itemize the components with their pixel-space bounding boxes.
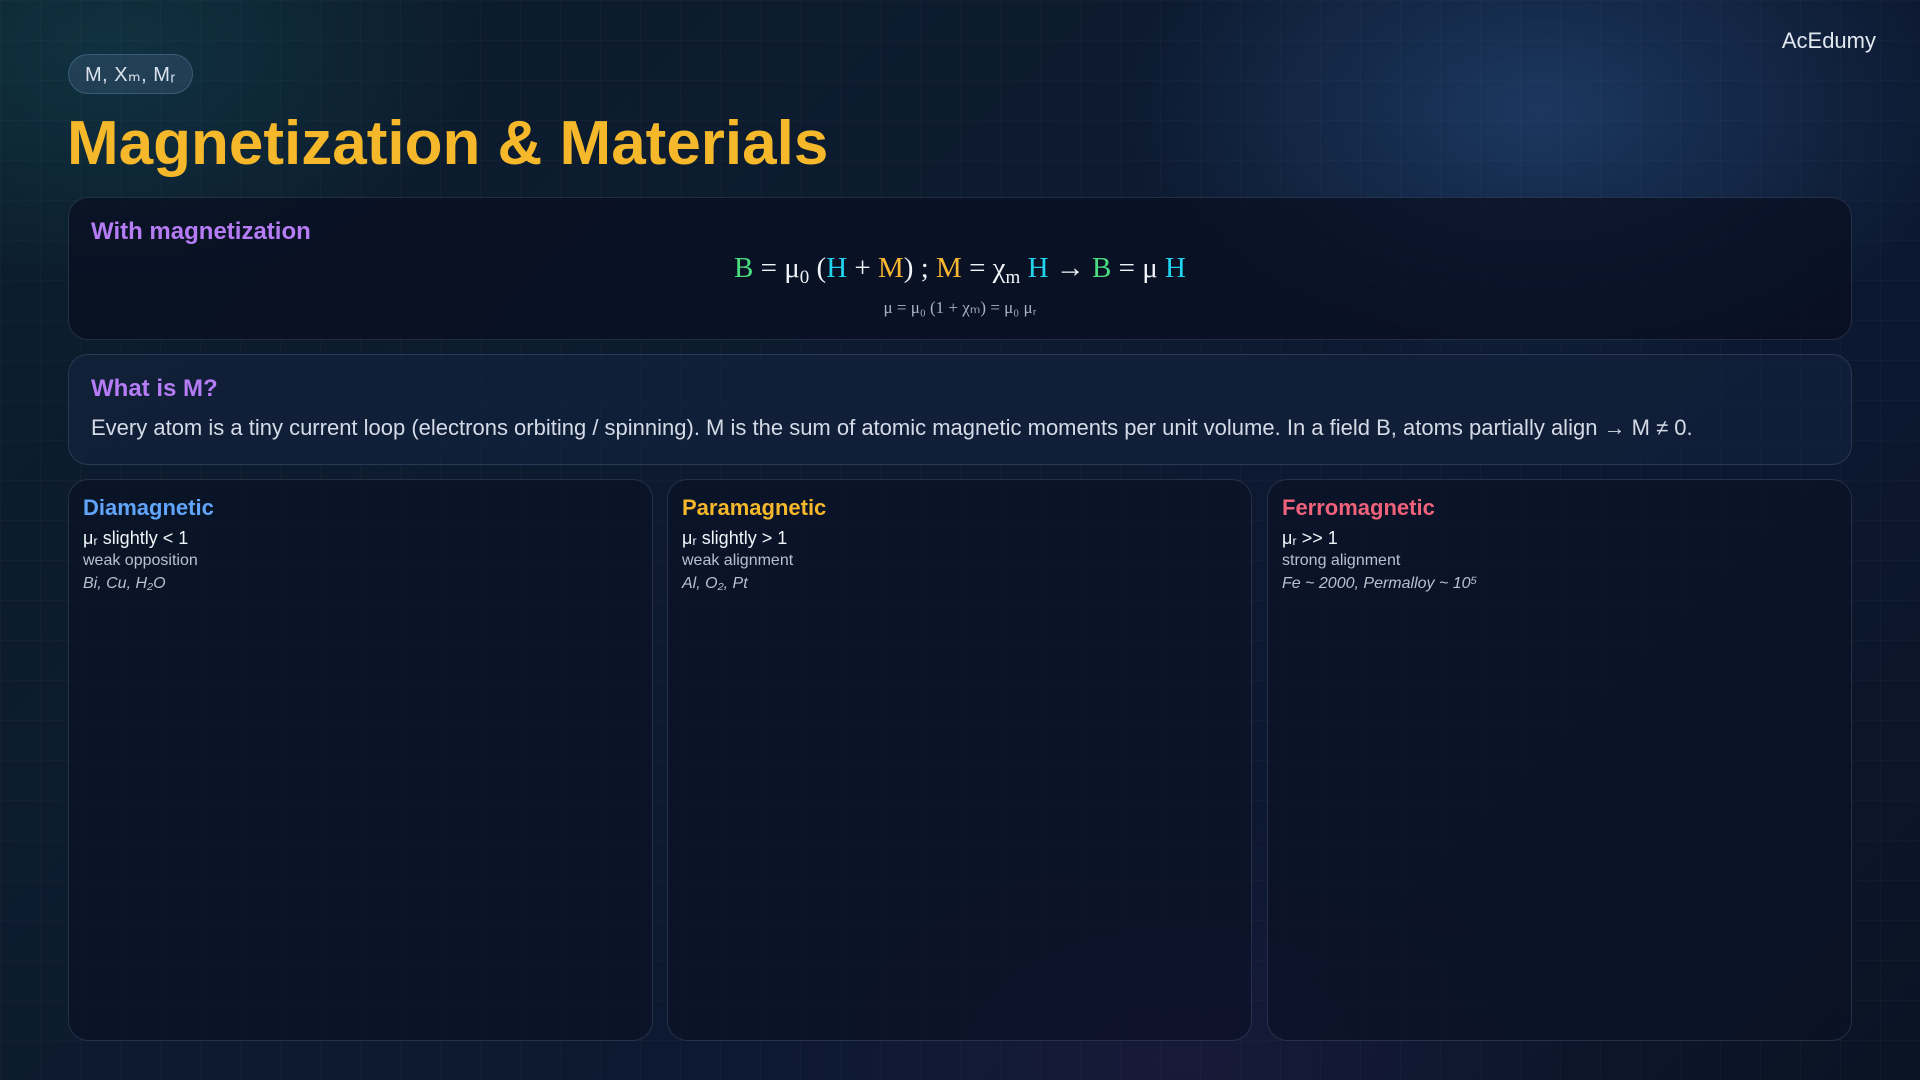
what-is-m-card: What is M? Every atom is a tiny current … bbox=[68, 354, 1852, 465]
ferromagnetic-description: strong alignment bbox=[1282, 552, 1401, 569]
what-is-m-body: Every atom is a tiny current loop (elect… bbox=[91, 415, 1693, 440]
formula-text: = χ bbox=[961, 252, 1006, 284]
formula-card-heading: With magnetization bbox=[91, 218, 311, 245]
formula-card: With magnetization B = μ0 (H + M) ; M = … bbox=[68, 197, 1852, 340]
formula-subscript: m bbox=[1005, 267, 1021, 288]
diamagnetic-card: Diamagnetic μᵣ slightly < 1 weak opposit… bbox=[68, 479, 653, 1041]
main-formula: B = μ0 (H + M) ; M = χm H → B = μ H bbox=[69, 252, 1851, 288]
ferromagnetic-examples: Fe ~ 2000, Permalloy ~ 10⁵ bbox=[1282, 575, 1478, 592]
diamagnetic-description: weak opposition bbox=[83, 552, 198, 569]
topic-pill: M, Xₘ, Mᵣ bbox=[68, 54, 193, 94]
symbol-m: M bbox=[878, 252, 904, 284]
formula-text: ) ; bbox=[903, 252, 937, 284]
paramagnetic-card: Paramagnetic μᵣ slightly > 1 weak alignm… bbox=[667, 479, 1252, 1041]
brand-logo: AcEdumy bbox=[1781, 28, 1876, 53]
symbol-h: H bbox=[1027, 252, 1049, 284]
diamagnetic-permeability: μᵣ slightly < 1 bbox=[83, 528, 189, 548]
ferromagnetic-card: Ferromagnetic μᵣ >> 1 strong alignment F… bbox=[1267, 479, 1852, 1041]
diamagnetic-title: Diamagnetic bbox=[83, 495, 214, 520]
symbol-m: M bbox=[936, 252, 962, 284]
paramagnetic-permeability: μᵣ slightly > 1 bbox=[682, 528, 788, 548]
symbol-b: B bbox=[1092, 252, 1112, 284]
paramagnetic-title: Paramagnetic bbox=[682, 495, 827, 520]
formula-text: = μ bbox=[753, 252, 800, 284]
formula-text: + bbox=[847, 252, 878, 284]
paramagnetic-examples: Al, O₂, Pt bbox=[682, 575, 748, 592]
formula-subscript: 0 bbox=[799, 267, 810, 288]
permeability-formula: μ = μ₀ (1 + χₘ) = μ₀ μᵣ bbox=[883, 298, 1037, 317]
symbol-h: H bbox=[826, 252, 848, 284]
formula-text: → bbox=[1048, 252, 1093, 284]
formula-text: ( bbox=[809, 252, 827, 284]
ferromagnetic-title: Ferromagnetic bbox=[1282, 495, 1435, 520]
symbol-h: H bbox=[1165, 252, 1186, 284]
formula-text bbox=[1020, 252, 1027, 284]
ferromagnetic-permeability: μᵣ >> 1 bbox=[1282, 528, 1338, 548]
symbol-b: B bbox=[734, 252, 754, 284]
page-title: Magnetization & Materials bbox=[67, 109, 829, 178]
what-is-m-heading: What is M? bbox=[91, 375, 218, 402]
formula-text: = μ bbox=[1111, 252, 1166, 284]
paramagnetic-description: weak alignment bbox=[682, 552, 794, 569]
diamagnetic-examples: Bi, Cu, H₂O bbox=[83, 575, 166, 592]
